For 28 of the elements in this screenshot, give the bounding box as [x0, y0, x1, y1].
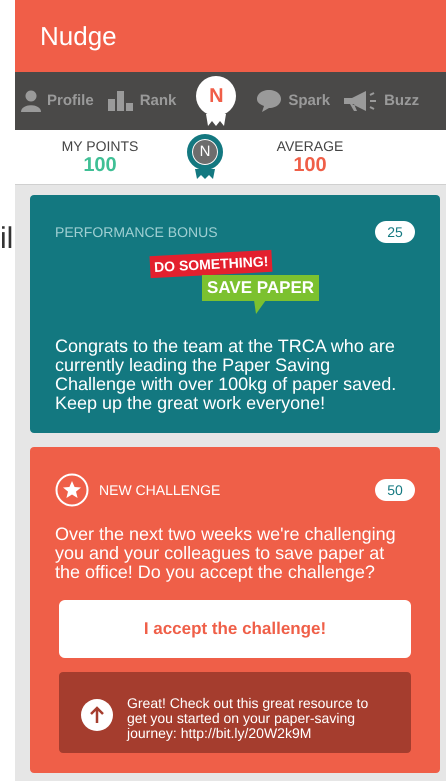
edge-text: il — [0, 222, 14, 256]
logo-tail-icon — [254, 300, 266, 314]
reply-text: Great! Check out this great resource to get you started on your paper-saving journey: http://bit.ly/20W2k9M — [127, 696, 370, 741]
bar-chart-icon — [108, 91, 134, 111]
nav-tab[interactable]: Rank — [108, 90, 176, 112]
nav-tab[interactable]: Profile — [21, 90, 94, 112]
points-pill: 25 — [375, 221, 415, 243]
card-title: PERFORMANCE BONUS — [55, 222, 218, 242]
medal-badge: N — [187, 134, 223, 170]
card-text: Congrats to the team at the TRCA who are currently leading the Paper Saving Challenge with over 100kg of paper saved. Keep up the great work everyone! — [55, 337, 398, 413]
stat-label: AVERAGE — [276, 138, 344, 154]
stat-value: 100 — [83, 154, 117, 176]
points-pill: 50 — [375, 479, 415, 501]
ribbon-icon — [195, 169, 215, 179]
nav-tab[interactable]: Buzz — [344, 90, 420, 112]
nav-tab[interactable]: Spark — [256, 89, 330, 113]
megaphone-icon — [344, 90, 378, 112]
accept-button[interactable]: I accept the challenge! — [59, 600, 411, 658]
stat-value: 100 — [293, 154, 327, 176]
person-icon — [21, 90, 41, 112]
app-title: Nudge — [40, 20, 117, 52]
stat-label: MY POINTS — [62, 138, 138, 154]
logo-top-text: DO SOMETHING! — [150, 250, 273, 278]
card-title: NEW CHALLENGE — [99, 480, 220, 500]
speech-bubble-icon — [256, 89, 282, 113]
ribbon-icon — [206, 114, 226, 126]
logo-bottom-text: SAVE PAPER — [202, 275, 320, 301]
card-text: Over the next two weeks we're challenging you and your colleagues to save paper at the office! Do you accept the challenge? — [55, 525, 397, 582]
